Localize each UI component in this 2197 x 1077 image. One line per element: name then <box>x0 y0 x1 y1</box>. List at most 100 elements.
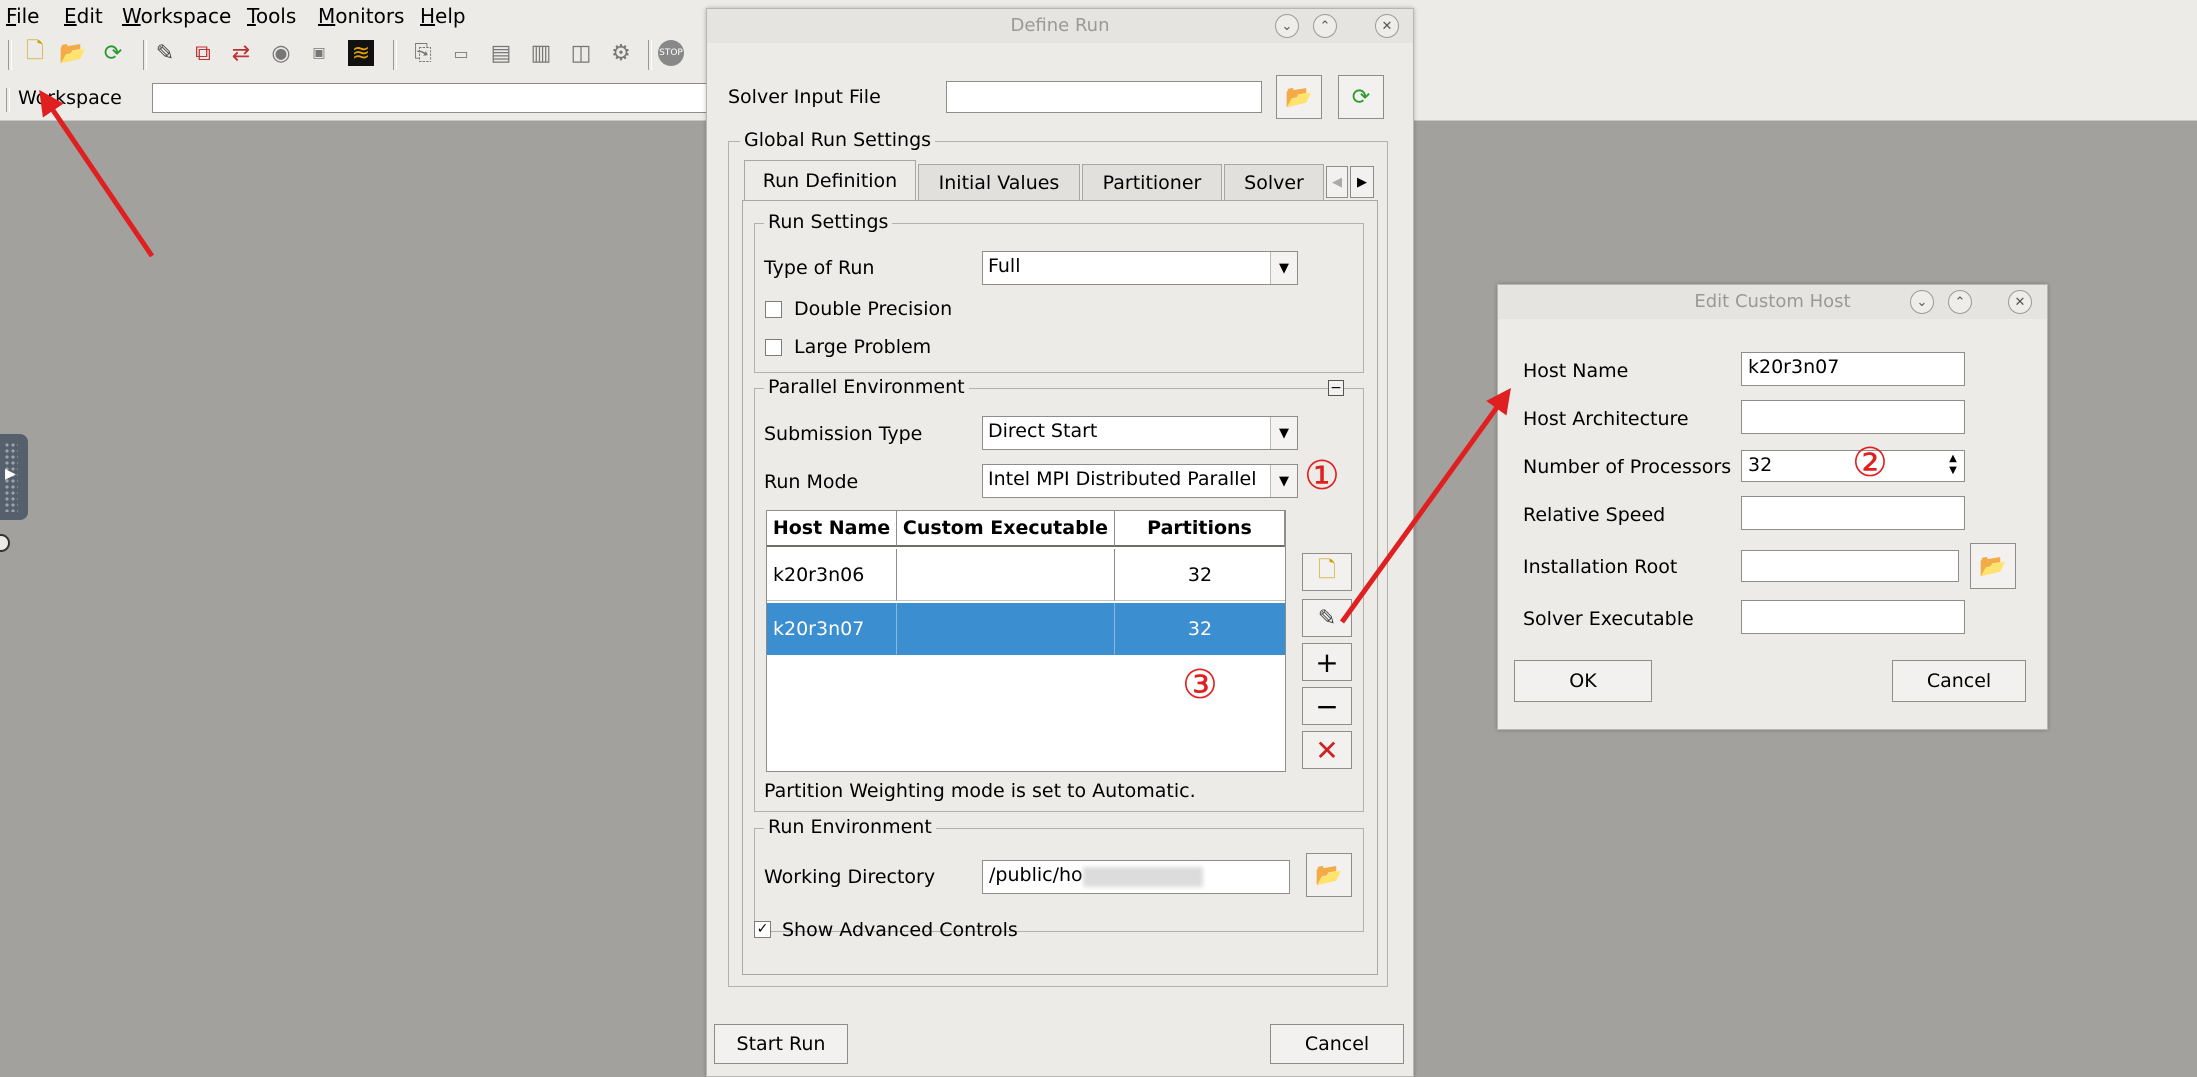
custom-executable-cell <box>897 549 1115 601</box>
small-page-icon[interactable]: ▭ <box>448 40 474 66</box>
edit-host-icon[interactable]: ✎ <box>1302 599 1352 637</box>
reload-icon[interactable]: ⟳ <box>1338 75 1384 119</box>
menu-monitors[interactable]: Monitors <box>318 4 404 28</box>
column-header-host-name[interactable]: Host Name <box>767 511 897 547</box>
tab-scroll-left-icon[interactable]: ◀ <box>1326 166 1348 198</box>
menu-help[interactable]: Help <box>420 4 466 28</box>
edit-icon[interactable]: ✎ <box>152 40 178 66</box>
disk-icon[interactable]: ◉ <box>268 40 294 66</box>
type-of-run-select[interactable]: Full ▼ <box>982 251 1298 285</box>
spin-arrows-icon[interactable]: ▲ ▼ <box>1944 453 1962 477</box>
global-run-settings-title: Global Run Settings <box>740 129 936 151</box>
define-run-titlebar: Define Run ⌄ ⌃ ✕ <box>707 9 1413 43</box>
minimize-icon[interactable]: ⌄ <box>1910 290 1934 314</box>
large-problem-checkbox[interactable] <box>765 339 782 356</box>
table-row[interactable]: k20r3n06 32 <box>767 549 1285 601</box>
stop-icon[interactable]: STOP <box>658 40 684 66</box>
working-directory-label: Working Directory <box>764 866 936 888</box>
browse-folder-icon[interactable]: 📂 <box>1970 543 2016 589</box>
remove-icon[interactable]: − <box>1302 687 1352 725</box>
solver-executable-field[interactable] <box>1741 600 1965 634</box>
toolbar-separator <box>648 40 652 70</box>
grid-icon[interactable]: ▤ <box>488 40 514 66</box>
refresh-file-icon[interactable]: ⟳ <box>100 40 126 66</box>
chevron-down-icon: ▼ <box>1270 465 1297 497</box>
rsm-icon[interactable]: ▣ <box>306 40 332 66</box>
installation-root-field[interactable] <box>1741 550 1959 582</box>
browse-folder-icon[interactable]: 📂 <box>1306 853 1352 897</box>
toolbar-separator <box>143 40 147 70</box>
host-name-field[interactable]: k20r3n07 <box>1741 352 1965 386</box>
new-host-icon[interactable]: 🗋 <box>1302 553 1352 591</box>
workspace-combo[interactable] <box>152 83 712 113</box>
workspace-grip <box>6 88 10 112</box>
menu-edit[interactable]: Edit <box>64 4 103 28</box>
tab-scroll-right-icon[interactable]: ▶ <box>1350 166 1374 198</box>
toolbar-grip <box>8 40 12 70</box>
define-run-cancel-button[interactable]: Cancel <box>1270 1024 1404 1064</box>
relative-speed-label: Relative Speed <box>1523 504 1666 526</box>
run-environment-title: Run Environment <box>764 816 936 838</box>
number-of-processors-label: Number of Processors <box>1523 456 1732 478</box>
collapse-icon[interactable]: − <box>1328 380 1344 396</box>
define-run-title: Define Run <box>1010 15 1110 36</box>
layout-icon[interactable]: ◫ <box>568 40 594 66</box>
expand-arrow-icon[interactable]: ▶ <box>5 466 16 482</box>
minimize-icon[interactable]: ⌄ <box>1275 14 1299 38</box>
start-run-button[interactable]: Start Run <box>714 1024 848 1064</box>
type-of-run-label: Type of Run <box>764 257 875 279</box>
close-icon[interactable]: ✕ <box>1375 14 1399 38</box>
host-table: Host Name Custom Executable Partitions k… <box>766 510 1286 772</box>
submission-type-select[interactable]: Direct Start ▼ <box>982 416 1298 450</box>
tab-partitioner[interactable]: Partitioner <box>1082 164 1222 200</box>
delete-icon[interactable]: ✕ <box>1302 731 1352 769</box>
menu-file[interactable]: File <box>6 4 39 28</box>
host-name-label: Host Name <box>1523 360 1629 382</box>
document-icon[interactable]: ▥ <box>528 40 554 66</box>
maximize-icon[interactable]: ⌃ <box>1948 290 1972 314</box>
partitions-cell: 32 <box>1115 549 1285 601</box>
annotation-1: ① <box>1304 453 1340 499</box>
new-file-icon[interactable]: 🗋 <box>22 39 48 66</box>
resize-handle-icon[interactable] <box>0 534 10 552</box>
parallel-environment-title: Parallel Environment <box>764 376 969 398</box>
table-row[interactable]: k20r3n07 32 <box>767 603 1285 655</box>
run-mode-select[interactable]: Intel MPI Distributed Parallel ▼ <box>982 464 1298 498</box>
open-file-icon[interactable]: 📂 <box>59 40 86 66</box>
partitions-cell: 32 <box>1115 603 1285 655</box>
copy-icon[interactable]: ⧉ <box>190 40 216 66</box>
sync-icon[interactable]: ⇄ <box>228 40 254 66</box>
host-name-cell: k20r3n06 <box>767 549 897 601</box>
browse-folder-icon[interactable]: 📂 <box>1276 75 1322 119</box>
working-directory-value: /public/ho <box>989 864 1083 886</box>
chart-icon[interactable]: ≋ <box>348 40 374 66</box>
submission-type-label: Submission Type <box>764 423 923 445</box>
close-icon[interactable]: ✕ <box>2008 290 2032 314</box>
column-header-partitions[interactable]: Partitions <box>1115 511 1285 547</box>
double-precision-checkbox[interactable] <box>765 301 782 318</box>
workspace-label: Workspace <box>18 87 122 109</box>
large-problem-label: Large Problem <box>794 336 932 358</box>
tab-initial-values[interactable]: Initial Values <box>918 164 1080 200</box>
run-mode-value: Intel MPI Distributed Parallel <box>988 468 1257 490</box>
add-icon[interactable]: + <box>1302 643 1352 681</box>
maximize-icon[interactable]: ⌃ <box>1313 14 1337 38</box>
settings-icon[interactable]: ⚙ <box>608 40 634 66</box>
ok-button[interactable]: OK <box>1514 660 1652 702</box>
type-of-run-value: Full <box>988 255 1021 277</box>
relative-speed-field[interactable] <box>1741 496 1965 530</box>
host-architecture-field[interactable] <box>1741 400 1965 434</box>
show-advanced-checkbox[interactable]: ✓ <box>754 921 771 938</box>
edit-host-cancel-button[interactable]: Cancel <box>1892 660 2026 702</box>
tab-solver[interactable]: Solver <box>1224 164 1324 200</box>
run-mode-label: Run Mode <box>764 471 859 493</box>
menu-workspace[interactable]: Workspace <box>122 4 231 28</box>
column-header-custom-executable[interactable]: Custom Executable <box>897 511 1115 547</box>
number-of-processors-value: 32 <box>1748 454 1773 476</box>
solver-input-field[interactable] <box>946 81 1262 113</box>
page-icon[interactable]: ⎘ <box>410 40 436 66</box>
edit-host-titlebar: Edit Custom Host ⌄ ⌃ ✕ <box>1498 285 2047 319</box>
working-directory-field[interactable]: /public/ho <box>982 860 1290 894</box>
menu-tools[interactable]: Tools <box>247 4 296 28</box>
tab-run-definition[interactable]: Run Definition <box>744 160 916 201</box>
